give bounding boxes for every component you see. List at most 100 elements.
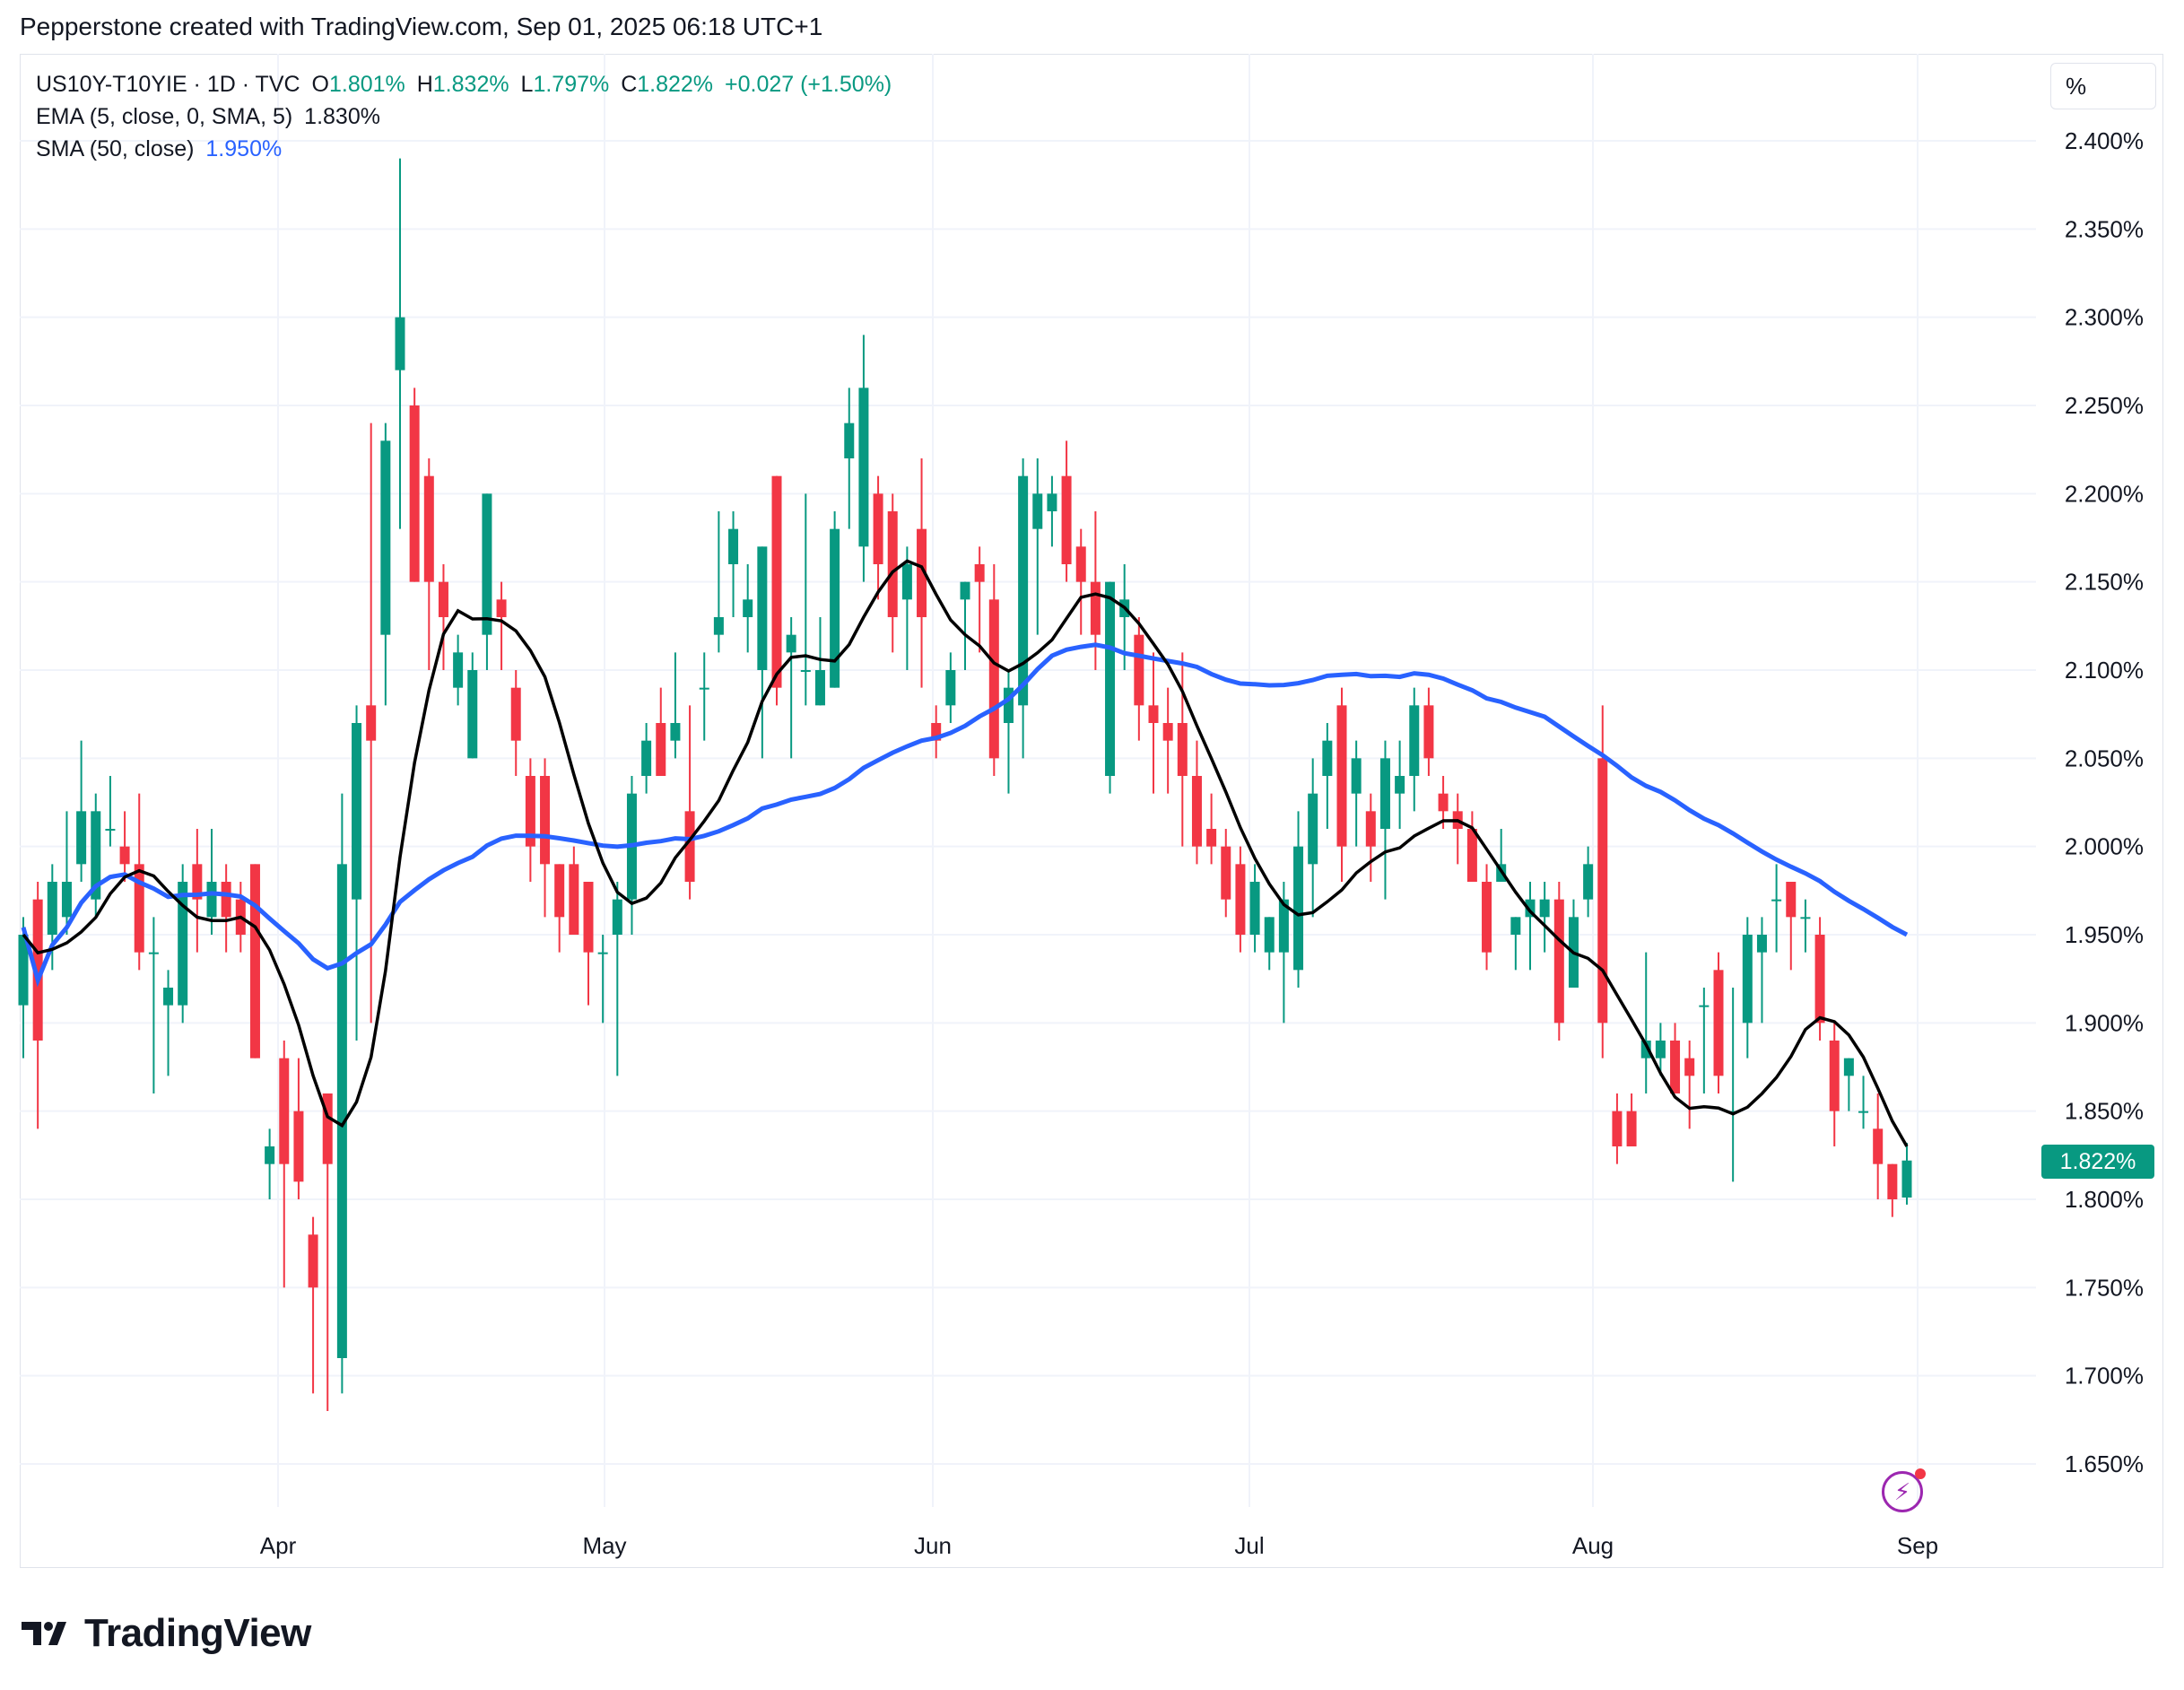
candle bbox=[1452, 793, 1463, 865]
open-label: O bbox=[311, 72, 329, 97]
y-tick-label: 2.150% bbox=[2065, 569, 2144, 596]
candle-body bbox=[453, 652, 464, 688]
candle-body bbox=[814, 670, 825, 706]
candles-layer bbox=[18, 158, 1912, 1411]
candle bbox=[76, 740, 87, 882]
candle bbox=[945, 652, 956, 723]
candle-body bbox=[134, 864, 144, 953]
candle bbox=[1293, 811, 1304, 988]
candle-body bbox=[583, 882, 594, 953]
candle bbox=[467, 652, 478, 759]
candle-body bbox=[1351, 758, 1362, 794]
candle bbox=[308, 1216, 318, 1394]
candle bbox=[1351, 740, 1362, 847]
candle bbox=[1264, 917, 1275, 971]
candle bbox=[1684, 1041, 1695, 1129]
candle-body bbox=[467, 670, 478, 759]
candle-body bbox=[1148, 705, 1159, 723]
candle-body bbox=[438, 581, 448, 617]
candle bbox=[336, 793, 347, 1394]
candle bbox=[1858, 1076, 1869, 1129]
candle bbox=[1800, 899, 1811, 953]
candle bbox=[293, 1058, 304, 1199]
sma-legend[interactable]: SMA (50, close) 1.950% bbox=[36, 136, 287, 162]
candle bbox=[626, 776, 637, 935]
candle bbox=[757, 546, 768, 759]
candle-body bbox=[945, 670, 956, 706]
candle-body bbox=[366, 705, 377, 741]
change-value: +0.027 (+1.50%) bbox=[725, 72, 892, 97]
candle-body bbox=[844, 422, 855, 458]
candle-body bbox=[1379, 758, 1390, 829]
open-value: 1.801% bbox=[328, 72, 405, 97]
sma-line bbox=[21, 642, 1909, 988]
candle-body bbox=[1177, 723, 1188, 776]
candle bbox=[1482, 864, 1492, 971]
candle-body bbox=[800, 670, 811, 672]
candle bbox=[496, 581, 507, 670]
price-axis: 2.400% 2.350% 2.300% 2.250% 2.200% 2.150% 2.10… bbox=[2065, 127, 2144, 1477]
candle bbox=[1249, 864, 1260, 953]
sma-label[interactable]: SMA (50, close) bbox=[36, 136, 194, 161]
candle-body bbox=[1742, 935, 1753, 1024]
candle bbox=[1032, 458, 1043, 635]
ema-label[interactable]: EMA (5, close, 0, SMA, 5) bbox=[36, 104, 292, 129]
candle-body bbox=[1655, 1041, 1666, 1058]
candle bbox=[221, 864, 231, 953]
candle-body bbox=[496, 599, 507, 617]
candle bbox=[525, 758, 535, 882]
candle-body bbox=[1206, 829, 1217, 847]
candle-body bbox=[510, 687, 521, 741]
last-price-tag: 1.822% bbox=[2041, 1145, 2154, 1179]
candle bbox=[1771, 864, 1782, 953]
candle-body bbox=[757, 546, 768, 670]
candle bbox=[1510, 917, 1521, 971]
candle bbox=[510, 670, 521, 776]
candle-body bbox=[1047, 493, 1057, 511]
candle-body bbox=[1626, 1111, 1637, 1146]
tradingview-logo[interactable]: TradingView bbox=[22, 1611, 311, 1656]
ema-legend[interactable]: EMA (5, close, 0, SMA, 5) 1.830% bbox=[36, 104, 386, 130]
percent-scale-button[interactable]: % bbox=[2050, 63, 2156, 109]
candle-body bbox=[597, 952, 608, 954]
candle-body bbox=[1249, 882, 1260, 935]
candle bbox=[366, 422, 377, 1024]
candle bbox=[61, 811, 72, 935]
candle bbox=[743, 564, 753, 653]
candle bbox=[728, 511, 739, 617]
ema-value: 1.830% bbox=[304, 104, 380, 129]
y-tick-label: 2.250% bbox=[2065, 392, 2144, 419]
candle bbox=[988, 564, 999, 776]
y-tick-label: 2.100% bbox=[2065, 657, 2144, 684]
candle-body bbox=[249, 864, 260, 1058]
symbol-label[interactable]: US10Y-T10YIE · 1D · TVC bbox=[36, 72, 300, 97]
candle bbox=[641, 723, 652, 794]
candle-body bbox=[569, 864, 579, 935]
candle-body bbox=[1061, 475, 1072, 564]
flash-icon[interactable]: ⚡ bbox=[1882, 1468, 1926, 1512]
candle bbox=[322, 1093, 333, 1411]
candle bbox=[1336, 687, 1347, 882]
candle bbox=[1134, 617, 1144, 741]
candle bbox=[1177, 652, 1188, 847]
candle bbox=[656, 687, 666, 776]
candle-body bbox=[395, 317, 405, 370]
candle bbox=[279, 1041, 290, 1288]
candle-body bbox=[873, 493, 883, 564]
candle bbox=[974, 546, 985, 653]
candle bbox=[1713, 952, 1724, 1093]
y-tick-label: 1.950% bbox=[2065, 921, 2144, 948]
x-tick-label: Aug bbox=[1572, 1532, 1614, 1559]
candle-body bbox=[1829, 1041, 1840, 1111]
candle-body bbox=[786, 634, 796, 653]
candle bbox=[249, 864, 260, 1058]
notification-dot bbox=[1915, 1468, 1926, 1479]
candle bbox=[800, 493, 811, 706]
price-chart[interactable]: 2.400% 2.350% 2.300% 2.250% 2.200% 2.150% 2.10… bbox=[0, 0, 2184, 1690]
high-value: 1.832% bbox=[432, 72, 509, 97]
ohlc-legend[interactable]: US10Y-T10YIE · 1D · TVC O1.801% H1.832% … bbox=[36, 72, 897, 98]
low-label: L bbox=[520, 72, 534, 97]
candle-body bbox=[988, 599, 999, 759]
candle bbox=[438, 564, 448, 670]
logo-text: TradingView bbox=[84, 1611, 311, 1655]
